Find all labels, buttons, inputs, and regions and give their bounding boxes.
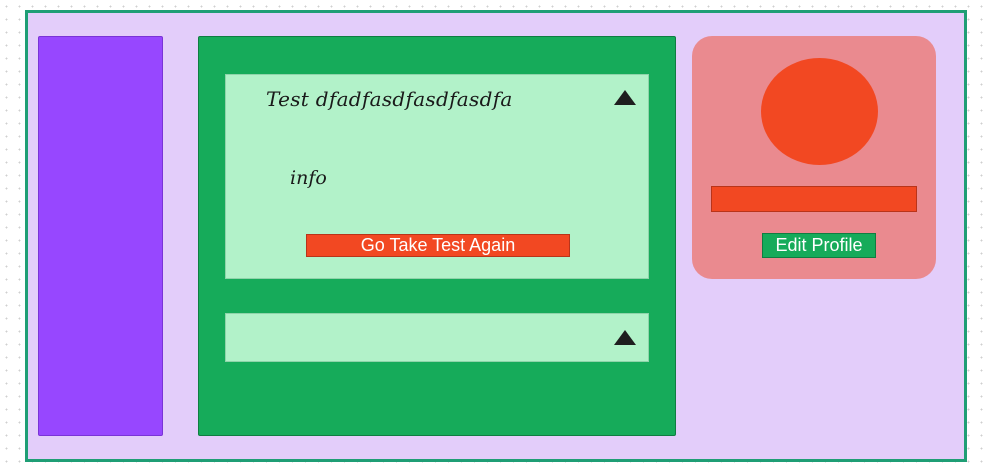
profile-name-bar	[711, 186, 917, 212]
collapsed-card	[225, 313, 649, 362]
test-info: info	[290, 167, 327, 189]
triangle-up-icon[interactable]	[614, 90, 636, 105]
sidebar	[38, 36, 163, 436]
profile-card: Edit Profile	[692, 36, 936, 279]
edit-profile-button[interactable]: Edit Profile	[762, 233, 876, 258]
avatar	[761, 58, 878, 165]
test-card: Test dfadfasdfasdfasdfa info Go Take Tes…	[225, 74, 649, 279]
take-test-again-button[interactable]: Go Take Test Again	[306, 234, 570, 257]
triangle-up-icon[interactable]	[614, 330, 636, 345]
test-title: Test dfadfasdfasdfasdfa	[266, 87, 513, 111]
